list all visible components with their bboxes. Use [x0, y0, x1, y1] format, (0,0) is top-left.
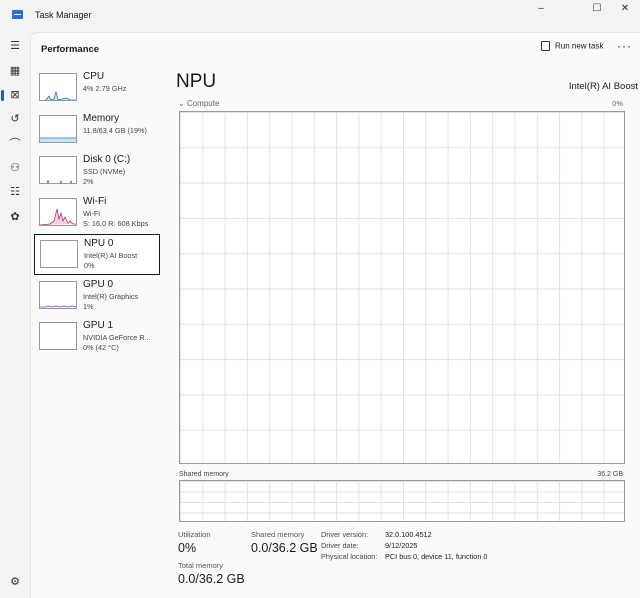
device-sub: NVIDIA GeForce R... — [83, 333, 151, 342]
run-new-task-button[interactable]: Run new task — [541, 41, 603, 57]
device-memory[interactable]: Memory 11.8/63.4 GB (19%) — [34, 110, 160, 151]
app-history-icon[interactable]: ↺ — [7, 111, 23, 127]
gpu1-thumbnail-graph — [39, 322, 77, 350]
main-title: NPU — [176, 71, 217, 92]
performance-icon[interactable]: ⊠ — [1, 87, 23, 103]
page-title: Performance — [41, 44, 100, 55]
compute-graph-label[interactable]: ⌄ Compute — [178, 99, 219, 108]
task-manager-icon — [12, 10, 23, 19]
services-icon[interactable]: ✿ — [7, 209, 23, 225]
device-sub: Wi-Fi — [83, 208, 101, 218]
device-sub2: 0% (42 °C) — [83, 343, 119, 352]
title-bar: Task Manager – ☐ ✕ — [0, 0, 640, 32]
device-sub2: 0% — [84, 261, 95, 270]
wifi-thumbnail-graph — [39, 197, 77, 226]
total-memory-value: 0.0/36.2 GB — [178, 572, 245, 586]
menu-icon[interactable]: ☰ — [7, 38, 23, 54]
shared-memory-graph — [179, 480, 625, 522]
device-name: GPU 0 — [83, 278, 114, 290]
memory-thumbnail-graph — [39, 114, 77, 143]
processes-icon[interactable]: ▦ — [7, 63, 23, 79]
device-sub: 11.8/63.4 GB (19%) — [83, 125, 147, 135]
device-npu-0[interactable]: NPU 0 Intel(R) AI Boost 0% — [34, 234, 160, 275]
driver-version-value: 32.0.100.4512 — [385, 530, 432, 539]
main-device-name: Intel(R) AI Boost — [568, 81, 638, 92]
shared-memory-value: 0.0/36.2 GB — [251, 541, 318, 555]
compute-graph — [179, 111, 625, 464]
npu-thumbnail-graph — [40, 240, 78, 268]
details-icon[interactable]: ☷ — [7, 184, 23, 200]
driver-version-key: Driver version: — [321, 530, 369, 539]
device-name: Wi-Fi — [83, 195, 107, 207]
run-new-task-label: Run new task — [555, 41, 604, 51]
device-list: CPU 4% 2.79 GHz Memory 11.8/63.4 GB (19%… — [34, 68, 160, 359]
device-sub: Intel(R) Graphics — [83, 291, 139, 301]
users-icon[interactable]: ⚇ — [7, 160, 23, 176]
device-sub: 4% 2.79 GHz — [83, 84, 127, 93]
total-memory-label: Total memory — [178, 561, 224, 570]
device-sub2: S: 16.0 R: 608 Kbps — [83, 218, 149, 228]
content-area: Performance Run new task ··· CPU 4% 2.79… — [30, 32, 640, 598]
device-name: Disk 0 (C:) — [83, 154, 131, 165]
gpu0-thumbnail-graph — [39, 280, 77, 309]
device-gpu-1[interactable]: GPU 1 NVIDIA GeForce R... 0% (42 °C) — [34, 317, 160, 358]
minimize-button[interactable]: – — [530, 0, 552, 18]
settings-icon[interactable]: ⚙ — [7, 574, 23, 590]
device-sub2: 1% — [83, 301, 94, 311]
device-sub: Intel(R) AI Boost — [84, 251, 138, 260]
driver-date-value: 9/12/2025 — [385, 541, 418, 550]
device-sub: SSD (NVMe) — [83, 167, 126, 176]
shared-memory-graph-max: 36.2 GB — [597, 471, 623, 478]
shared-memory-graph-label: Shared memory — [179, 471, 229, 478]
nav-rail: ☰ ▦ ⊠ ↺ ⌒ ⚇ ☷ ✿ ⚙ — [0, 32, 30, 598]
close-button[interactable]: ✕ — [614, 0, 636, 18]
device-name: GPU 1 — [83, 320, 114, 331]
device-sub2: 2% — [83, 177, 94, 186]
startup-apps-icon[interactable]: ⌒ — [7, 136, 23, 152]
more-options-button[interactable]: ··· — [617, 39, 632, 53]
device-wifi[interactable]: Wi-Fi Wi-Fi S: 16.0 R: 608 Kbps — [34, 193, 160, 234]
maximize-button[interactable]: ☐ — [586, 0, 608, 18]
compute-graph-max: 0% — [612, 99, 623, 108]
device-name: CPU — [83, 71, 105, 82]
disk-thumbnail-graph — [39, 156, 77, 184]
cpu-thumbnail-graph — [39, 73, 77, 101]
device-name: NPU 0 — [84, 238, 114, 249]
driver-date-key: Driver date: — [321, 541, 359, 550]
compute-label-text: Compute — [186, 99, 220, 108]
device-gpu-0[interactable]: GPU 0 Intel(R) Graphics 1% — [34, 276, 160, 317]
device-name: Memory — [83, 112, 120, 124]
physical-location-key: Physical location: — [321, 552, 378, 561]
shared-memory-label: Shared memory — [251, 530, 305, 539]
physical-location-value: PCI bus 0, device 11, function 0 — [385, 552, 488, 561]
device-cpu[interactable]: CPU 4% 2.79 GHz — [34, 68, 160, 109]
window-title: Task Manager — [35, 10, 92, 20]
device-disk-0[interactable]: Disk 0 (C:) SSD (NVMe) 2% — [34, 151, 160, 192]
utilization-label: Utilization — [178, 530, 211, 539]
run-task-icon — [541, 41, 550, 51]
utilization-value: 0% — [178, 541, 197, 555]
